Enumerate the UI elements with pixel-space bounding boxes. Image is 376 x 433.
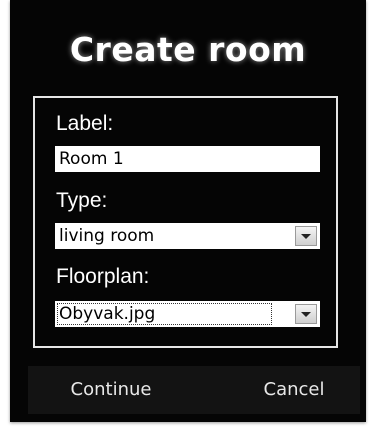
dialog-title: Create room xyxy=(69,30,307,69)
create-room-dialog: Create room Label: Room 1 Type: living r… xyxy=(10,0,366,422)
chevron-down-icon[interactable] xyxy=(295,304,317,324)
continue-button[interactable]: Continue xyxy=(28,366,194,414)
floorplan-select[interactable]: Obyvak.jpg xyxy=(55,301,320,327)
label-input[interactable]: Room 1 xyxy=(55,146,320,172)
chevron-down-icon[interactable] xyxy=(295,226,317,246)
room-form-panel: Label: Room 1 Type: living room Floorpla… xyxy=(33,96,338,348)
floorplan-select-value: Obyvak.jpg xyxy=(59,304,156,324)
floorplan-field-label: Floorplan: xyxy=(56,265,150,288)
dialog-button-bar: Continue Cancel xyxy=(28,366,360,414)
label-field-label: Label: xyxy=(56,112,114,135)
type-select[interactable]: living room xyxy=(55,223,320,249)
type-select-value: living room xyxy=(59,226,155,246)
type-field-label: Type: xyxy=(56,189,108,212)
cancel-button[interactable]: Cancel xyxy=(228,366,360,414)
